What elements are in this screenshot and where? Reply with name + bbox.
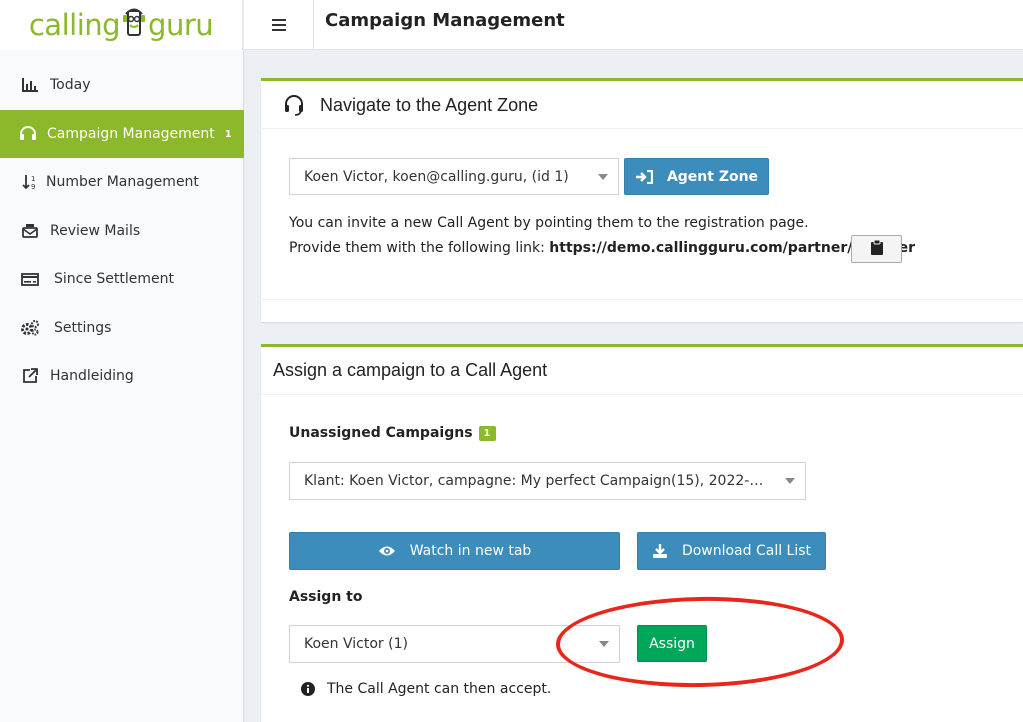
svg-text:1: 1 — [31, 175, 35, 183]
unassigned-count-badge: 1 — [478, 426, 496, 441]
logo[interactable]: calling guru — [0, 0, 243, 50]
sidebar-item-label: Number Management — [46, 174, 199, 190]
sidebar-item-campaign-management[interactable]: Campaign Management 1 — [0, 110, 244, 158]
agent-zone-button-label: Agent Zone — [666, 168, 759, 185]
link-prefix: Provide them with the following link: — [289, 240, 545, 256]
sidebar-item-handleiding[interactable]: Handleiding — [0, 352, 244, 400]
assign-to-label: Assign to — [289, 589, 363, 605]
download-button-label: Download Call List — [681, 543, 812, 559]
panel-divider — [261, 299, 1023, 300]
info-text: The Call Agent can then accept. — [327, 681, 552, 697]
chevron-down-icon — [785, 478, 795, 484]
agent-zone-panel: Navigate to the Agent Zone Koen Victor, … — [261, 78, 1023, 322]
eye-icon — [378, 545, 396, 557]
campaign-count-badge: 1 — [224, 128, 232, 140]
headset-icon — [18, 126, 38, 142]
campaign-select-value: Klant: Koen Victor, campagne: My perfect… — [304, 473, 769, 489]
sidebar-item-since-settlement[interactable]: Since Settlement — [0, 255, 244, 303]
assign-campaign-title: Assign a campaign to a Call Agent — [273, 360, 548, 380]
sidebar-item-label: Review Mails — [50, 223, 141, 239]
sign-in-icon — [635, 169, 653, 184]
phone-guru-icon — [121, 5, 147, 46]
sidebar-item-today[interactable]: Today — [0, 61, 244, 109]
sidebar-item-label: Campaign Management — [47, 126, 215, 142]
cogs-icon — [20, 320, 40, 336]
chevron-down-icon — [598, 173, 608, 180]
assign-campaign-panel: Assign a campaign to a Call Agent Unassi… — [261, 344, 1023, 722]
assign-to-select-value: Koen Victor (1) — [304, 636, 408, 652]
copy-link-button[interactable] — [851, 235, 902, 263]
agent-zone-panel-header: Navigate to the Agent Zone — [261, 81, 1023, 129]
sidebar-item-number-management[interactable]: 19 Number Management — [0, 158, 244, 206]
agent-select[interactable]: Koen Victor, koen@calling.guru, (id 1) — [289, 158, 619, 195]
info-line: The Call Agent can then accept. — [301, 681, 551, 697]
watch-in-new-tab-button[interactable]: Watch in new tab — [289, 532, 620, 570]
download-icon — [652, 543, 668, 559]
unassigned-campaigns-label: Unassigned Campaigns 1 — [289, 425, 496, 441]
top-navbar: Campaign Management — [244, 0, 1023, 50]
money-check-icon — [20, 272, 40, 286]
svg-text:9: 9 — [31, 183, 35, 190]
agent-zone-title: Navigate to the Agent Zone — [320, 95, 539, 115]
invite-text: You can invite a new Call Agent by point… — [289, 215, 809, 231]
sidebar-item-label: Handleiding — [50, 368, 134, 384]
hamburger-icon — [271, 19, 286, 31]
registration-link-line: Provide them with the following link: ht… — [289, 240, 915, 256]
assign-to-select[interactable]: Koen Victor (1) — [289, 625, 620, 663]
sidebar-item-review-mails[interactable]: Review Mails — [0, 207, 244, 255]
sidebar-item-label: Settings — [54, 320, 112, 336]
sidebar-item-label: Today — [50, 77, 91, 93]
logo-text-left: calling — [28, 8, 121, 42]
sidebar-toggle-button[interactable] — [244, 0, 314, 50]
info-circle-icon — [301, 682, 315, 696]
assign-campaign-panel-header: Assign a campaign to a Call Agent — [261, 347, 1023, 395]
page-title: Campaign Management — [325, 10, 565, 31]
campaign-select[interactable]: Klant: Koen Victor, campagne: My perfect… — [289, 462, 806, 500]
watch-button-label: Watch in new tab — [409, 543, 532, 559]
assign-button-label: Assign — [649, 635, 695, 652]
mail-bulk-icon — [20, 224, 40, 238]
bar-chart-icon — [20, 78, 40, 92]
assign-button[interactable]: Assign — [637, 625, 707, 662]
unassigned-campaigns-text: Unassigned Campaigns — [289, 425, 473, 441]
download-call-list-button[interactable]: Download Call List — [637, 532, 826, 570]
agent-select-value: Koen Victor, koen@calling.guru, (id 1) — [304, 168, 569, 185]
agent-zone-button[interactable]: Agent Zone — [624, 158, 769, 195]
headset-icon — [283, 94, 305, 120]
sidebar: Today Campaign Management 1 19 Number Ma… — [0, 50, 244, 722]
sidebar-item-settings[interactable]: Settings — [0, 304, 244, 352]
sidebar-item-label: Since Settlement — [54, 271, 175, 287]
chevron-down-icon — [599, 641, 609, 647]
external-link-icon — [20, 368, 40, 384]
logo-text-right: guru — [148, 8, 214, 42]
sort-numeric-icon: 19 — [20, 174, 40, 190]
clipboard-icon — [870, 239, 883, 259]
